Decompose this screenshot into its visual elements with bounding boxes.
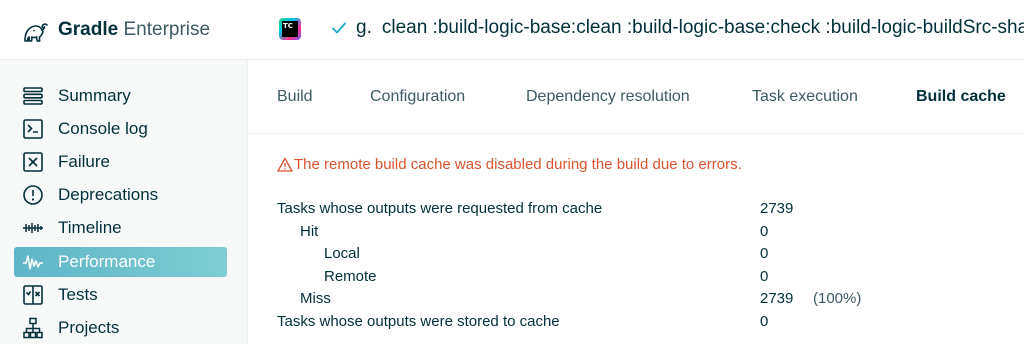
sidebar-item-deprecations[interactable]: Deprecations — [14, 180, 227, 210]
teamcity-icon[interactable]: TC — [279, 18, 301, 40]
stat-label: Local — [324, 245, 360, 262]
stat-label: Tasks whose outputs were stored to cache — [277, 312, 560, 330]
brand-light: Enterprise — [123, 19, 211, 40]
warning-icon — [277, 157, 293, 172]
brand-bold: Gradle — [58, 19, 119, 40]
failure-icon — [22, 151, 44, 173]
performance-icon — [22, 251, 44, 273]
tab-task-execution[interactable]: Task execution — [752, 88, 858, 106]
sidebar-item-failure[interactable]: Failure — [14, 147, 227, 177]
deprecations-icon — [22, 184, 44, 206]
stat-value: 0 — [760, 245, 769, 262]
sidebar-item-console-log[interactable]: Console log — [14, 114, 227, 144]
stat-row-stored: Tasks whose outputs were stored to cache… — [277, 311, 977, 334]
stat-value: 0 — [760, 267, 769, 285]
project-name: g. — [356, 17, 372, 38]
stat-row-local: Local 0 — [277, 243, 977, 266]
sidebar-item-label: Summary — [58, 86, 131, 105]
stat-label: Remote — [324, 267, 377, 285]
stat-row-remote: Remote 0 — [277, 266, 977, 289]
sidebar-item-summary[interactable]: Summary — [14, 81, 227, 111]
brand-name: Gradle Enterprise — [58, 19, 210, 41]
sidebar-item-label: Failure — [58, 152, 110, 171]
summary-icon — [22, 85, 44, 107]
tab-dependency-resolution[interactable]: Dependency resolution — [526, 88, 690, 106]
sidebar-item-label: Timeline — [58, 218, 122, 237]
sidebar-item-label: Tests — [58, 285, 98, 304]
warning-text: The remote build cache was disabled duri… — [294, 156, 742, 173]
build-success-check-icon — [332, 22, 346, 34]
stat-value: 0 — [760, 222, 769, 240]
sidebar-item-label: Projects — [58, 318, 120, 337]
tests-icon — [22, 284, 44, 306]
top-bar: Gradle Enterprise TC g. clean :build-logi… — [0, 0, 1024, 60]
sidebar-item-label: Performance — [58, 252, 156, 271]
elephant-icon — [24, 23, 48, 42]
sidebar-item-label: Console log — [58, 119, 148, 138]
build-title: g. clean :build-logic-base:clean :build-l… — [356, 17, 1024, 39]
performance-tabs: Build Configuration Dependency resolutio… — [249, 60, 1024, 134]
tab-configuration[interactable]: Configuration — [370, 88, 465, 106]
stat-percent: (100%) — [813, 290, 862, 307]
sidebar-item-performance[interactable]: Performance — [14, 247, 227, 277]
sidebar-item-timeline[interactable]: Timeline — [14, 213, 227, 243]
sidebar: Summary Console log Failure Deprecations… — [0, 60, 248, 344]
gradle-enterprise-logo[interactable]: Gradle Enterprise — [20, 14, 210, 46]
projects-icon — [22, 317, 44, 339]
remote-cache-warning: The remote build cache was disabled duri… — [277, 156, 742, 173]
stat-value: 0 — [760, 312, 769, 330]
ci-badge-text: TC — [282, 21, 298, 37]
stat-label: Miss — [300, 290, 331, 307]
stat-label: Hit — [300, 222, 319, 240]
stat-row-miss: Miss 2739 (100%) — [277, 288, 977, 311]
tab-build-cache[interactable]: Build cache — [916, 88, 1006, 106]
sidebar-item-projects[interactable]: Projects — [14, 313, 227, 343]
build-tasks: clean :build-logic-base:clean :build-log… — [381, 17, 1024, 38]
timeline-icon — [22, 217, 44, 239]
console-icon — [22, 118, 44, 140]
stat-label: Tasks whose outputs were requested from … — [277, 200, 603, 217]
stat-row-requested: Tasks whose outputs were requested from … — [277, 198, 977, 221]
stat-row-hit: Hit 0 — [277, 221, 977, 244]
tab-build[interactable]: Build — [277, 88, 313, 106]
sidebar-item-tests[interactable]: Tests — [14, 280, 227, 310]
stat-value: 2739 — [760, 290, 794, 307]
build-cache-stats: Tasks whose outputs were requested from … — [277, 198, 977, 333]
sidebar-item-label: Deprecations — [58, 185, 159, 204]
stat-value: 2739 — [760, 200, 794, 217]
